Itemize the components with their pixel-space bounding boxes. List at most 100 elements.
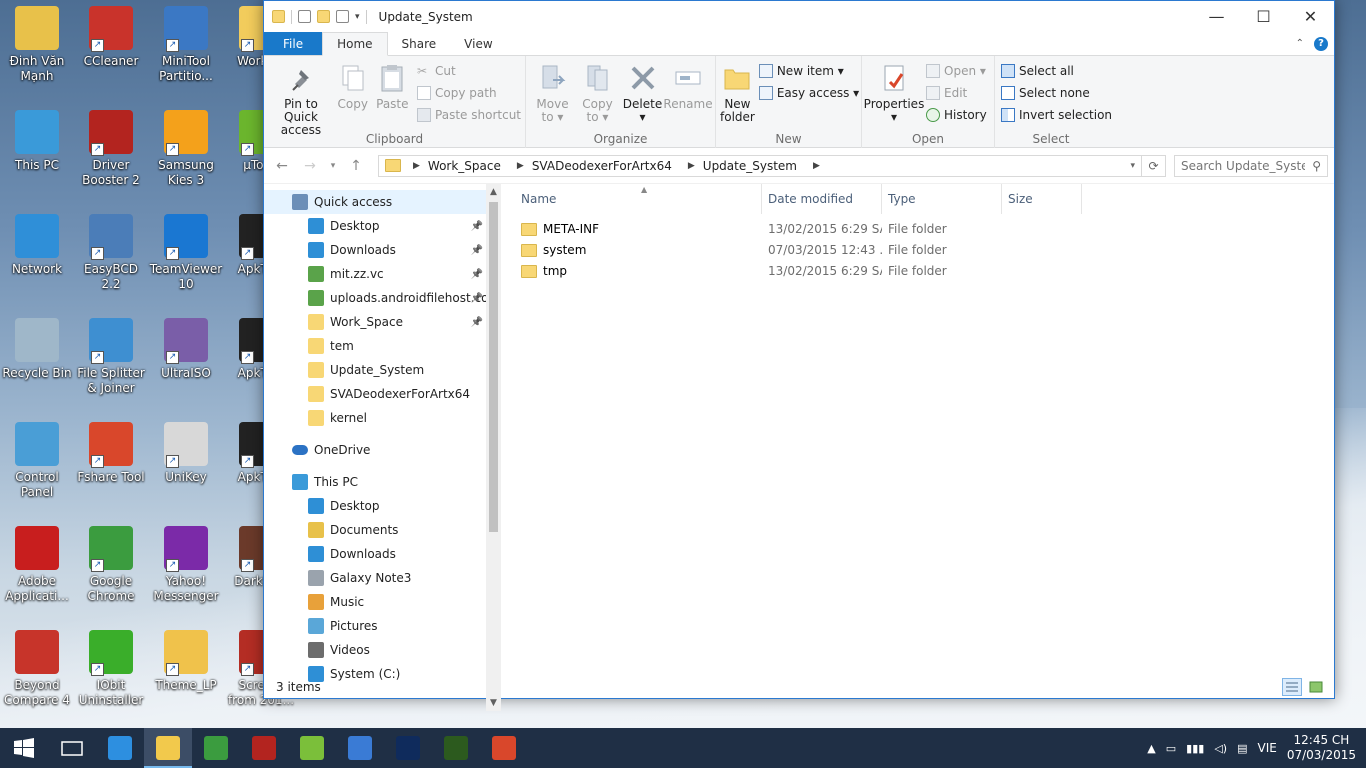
desktop-icon-inh-v-n-m-nh[interactable]: Đinh Văn Mạnh <box>0 6 74 84</box>
taskbar-installer-button[interactable] <box>336 728 384 768</box>
desktop-icon-recycle-bin[interactable]: Recycle Bin <box>0 318 74 381</box>
file-row[interactable]: META-INF 13/02/2015 6:29 SA File folder <box>501 218 1334 239</box>
nav-quick-kernel[interactable]: kernel <box>264 406 501 430</box>
file-row[interactable]: system 07/03/2015 12:43 ... File folder <box>501 239 1334 260</box>
nav-pc-downloads[interactable]: Downloads <box>264 542 501 566</box>
desktop-icon-beyond-compare-4[interactable]: Beyond Compare 4 <box>0 630 74 708</box>
select-all-button[interactable]: Select all <box>1001 62 1112 80</box>
breadcrumb-work-space[interactable]: Work_Space <box>428 159 509 173</box>
breadcrumb-svadeodexer[interactable]: SVADeodexerForArtx64 <box>532 159 680 173</box>
desktop-icon-yahoo-messenger[interactable]: ↗ Yahoo! Messenger <box>149 526 223 604</box>
file-row[interactable]: tmp 13/02/2015 6:29 SA File folder <box>501 260 1334 281</box>
address-bar[interactable]: ▶ Work_Space ▶ SVADeodexerForArtx64 ▶ Up… <box>378 154 1166 177</box>
desktop-icon-minitool-partitio[interactable]: ↗ MiniTool Partitio... <box>149 6 223 84</box>
nav-pc-videos[interactable]: Videos <box>264 638 501 662</box>
desktop-icon-ultraiso[interactable]: ↗ UltraISO <box>149 318 223 381</box>
close-button[interactable]: ✕ <box>1287 2 1334 31</box>
pin-icon[interactable]: 📌 <box>471 317 483 328</box>
nav-pc-music[interactable]: Music <box>264 590 501 614</box>
cut-button[interactable]: ✂ Cut <box>417 62 521 80</box>
action-center-icon[interactable]: ▤ <box>1237 742 1247 755</box>
desktop-icon-unikey[interactable]: ↗ UniKey <box>149 422 223 485</box>
nav-quick-downloads[interactable]: Downloads 📌 <box>264 238 501 262</box>
desktop-icon-ccleaner[interactable]: ↗ CCleaner <box>74 6 148 69</box>
maximize-button[interactable]: ☐ <box>1240 2 1287 31</box>
minimize-button[interactable]: — <box>1193 2 1240 31</box>
taskbar-notepad-plus-button[interactable] <box>288 728 336 768</box>
nav-onedrive[interactable]: OneDrive <box>264 438 501 462</box>
up-button[interactable]: ↑ <box>344 154 368 178</box>
new-folder-icon[interactable] <box>317 10 330 23</box>
volume-icon[interactable]: ◁) <box>1214 742 1227 755</box>
taskbar-file-explorer-button[interactable] <box>144 728 192 768</box>
nav-scrollbar[interactable]: ▲ ▼ <box>486 184 501 711</box>
tray-overflow-chevron-icon[interactable]: ▲ <box>1147 742 1155 755</box>
desktop-icon-adobe-applicati[interactable]: Adobe Applicati... <box>0 526 74 604</box>
scroll-thumb[interactable] <box>489 202 498 532</box>
scroll-up-icon[interactable]: ▲ <box>486 184 501 200</box>
language-indicator[interactable]: VIE <box>1257 741 1276 755</box>
taskbar-driver-booster-button[interactable] <box>240 728 288 768</box>
taskbar-task-view-button[interactable] <box>48 728 96 768</box>
desktop-icon-fshare-tool[interactable]: ↗ Fshare Tool <box>74 422 148 485</box>
copy-path-button[interactable]: Copy path <box>417 84 521 102</box>
taskbar-internet-explorer-button[interactable] <box>96 728 144 768</box>
search-box[interactable]: ⚲ <box>1174 154 1328 177</box>
desktop-icon-control-panel[interactable]: Control Panel <box>0 422 74 500</box>
clock[interactable]: 12:45 CH 07/03/2015 <box>1287 733 1356 763</box>
address-history-chevron-icon[interactable]: ▾ <box>1124 161 1141 171</box>
taskbar-chrome-button[interactable] <box>192 728 240 768</box>
customize-qat-chevron-icon[interactable]: ▾ <box>355 12 360 22</box>
edit-button[interactable]: Edit <box>926 84 987 102</box>
column-name[interactable]: Name <box>501 184 762 214</box>
tab-home[interactable]: Home <box>322 32 388 56</box>
power-icon[interactable]: ▭ <box>1166 742 1176 755</box>
column-size[interactable]: Size <box>1002 184 1082 214</box>
network-signal-icon[interactable]: ▮▮▮ <box>1186 742 1204 755</box>
nav-quick-tem[interactable]: tem <box>264 334 501 358</box>
column-date-modified[interactable]: Date modified <box>762 184 882 214</box>
history-button[interactable]: History <box>926 106 987 124</box>
easy-access-button[interactable]: Easy access ▾ <box>758 84 859 102</box>
details-view-icon[interactable] <box>1282 678 1302 696</box>
undo-icon[interactable] <box>336 10 349 23</box>
open-button[interactable]: Open ▾ <box>926 62 987 80</box>
tab-view[interactable]: View <box>450 32 506 55</box>
taskbar-photoshop-button[interactable] <box>384 728 432 768</box>
new-item-button[interactable]: New item ▾ <box>758 62 859 80</box>
invert-selection-button[interactable]: Invert selection <box>1001 106 1112 124</box>
nav-quick-desktop[interactable]: Desktop 📌 <box>264 214 501 238</box>
pin-icon[interactable]: 📌 <box>471 245 483 256</box>
refresh-icon[interactable]: ⟳ <box>1141 155 1165 176</box>
desktop-icon-samsung-kies-3[interactable]: ↗ Samsung Kies 3 <box>149 110 223 188</box>
nav-pc-galaxy-note3[interactable]: Galaxy Note3 <box>264 566 501 590</box>
desktop-icon-driver-booster-2[interactable]: ↗ Driver Booster 2 <box>74 110 148 188</box>
tab-file[interactable]: File <box>264 32 323 55</box>
nav-this-pc[interactable]: This PC <box>264 470 501 494</box>
pin-icon[interactable]: 📌 <box>471 221 483 232</box>
nav-quick-svadeodexerforartx64[interactable]: SVADeodexerForArtx64 <box>264 382 501 406</box>
desktop-icon-teamviewer-10[interactable]: ↗ TeamViewer 10 <box>149 214 223 292</box>
recent-locations-chevron-icon[interactable]: ▾ <box>326 154 340 178</box>
nav-quick-uploads-androidfilehost-co[interactable]: uploads.androidfilehost.co 📌 <box>264 286 501 310</box>
tab-share[interactable]: Share <box>388 32 451 55</box>
nav-pc-desktop[interactable]: Desktop <box>264 494 501 518</box>
nav-quick-access[interactable]: Quick access <box>264 190 501 214</box>
back-button[interactable]: ← <box>270 154 294 178</box>
properties-icon[interactable] <box>298 10 311 23</box>
desktop-icon-easybcd-2-2[interactable]: ↗ EasyBCD 2.2 <box>74 214 148 292</box>
paste-shortcut-button[interactable]: Paste shortcut <box>417 106 521 124</box>
select-none-button[interactable]: Select none <box>1001 84 1112 102</box>
taskbar-start-button[interactable] <box>0 728 48 768</box>
column-type[interactable]: Type <box>882 184 1002 214</box>
search-input[interactable] <box>1181 158 1305 173</box>
nav-pc-pictures[interactable]: Pictures <box>264 614 501 638</box>
nav-quick-work-space[interactable]: Work_Space 📌 <box>264 310 501 334</box>
desktop-icon-theme-lp[interactable]: ↗ Theme_LP <box>149 630 223 693</box>
desktop-icon-network[interactable]: Network <box>0 214 74 277</box>
breadcrumb-update-system[interactable]: Update_System <box>703 159 805 173</box>
taskbar-dreamweaver-button[interactable] <box>432 728 480 768</box>
desktop-icon-file-splitter-joiner[interactable]: ↗ File Splitter & Joiner <box>74 318 148 396</box>
nav-pc-documents[interactable]: Documents <box>264 518 501 542</box>
desktop-icon-iobit-uninstaller[interactable]: ↗ IObit Uninstaller <box>74 630 148 708</box>
